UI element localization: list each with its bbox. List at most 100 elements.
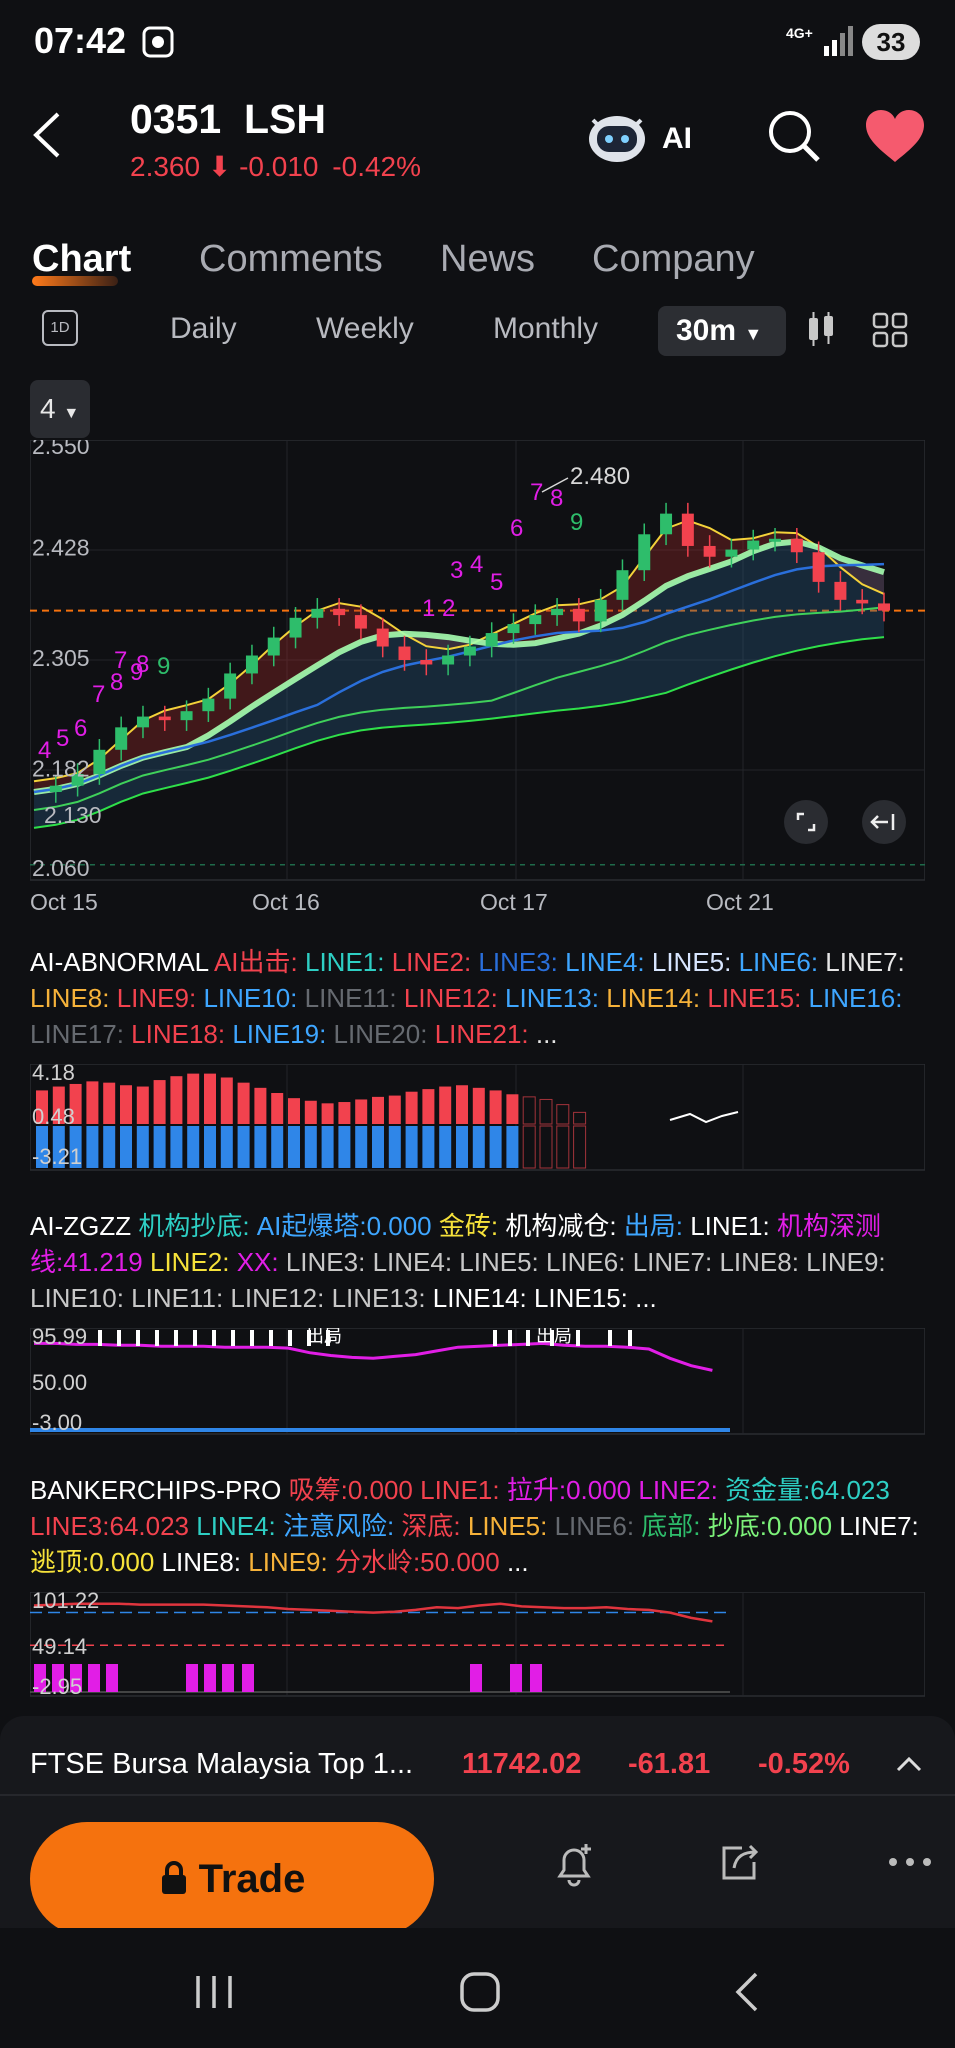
- legend-item: LINE5:: [467, 1511, 555, 1541]
- period-selected-label: 30m: [676, 314, 737, 347]
- candle-body: [354, 615, 367, 629]
- ai-zgzz-chart[interactable]: 出局 出局 95.99 50.00 -3.00: [30, 1328, 925, 1438]
- chevron-up-icon[interactable]: [896, 1754, 922, 1774]
- bar-negative: [153, 1126, 166, 1168]
- recent-apps-icon[interactable]: [192, 1972, 236, 2012]
- candle-body: [115, 727, 128, 750]
- tab-company[interactable]: Company: [592, 238, 755, 281]
- legend-item: LINE15:: [707, 983, 809, 1013]
- back-icon[interactable]: [30, 110, 64, 160]
- legend-item: LINE19:: [232, 1019, 334, 1049]
- legend-item: LINE9:: [806, 1247, 886, 1277]
- share-icon[interactable]: [718, 1840, 762, 1884]
- bar-positive: [522, 1096, 536, 1125]
- candle-body: [333, 608, 346, 616]
- legend-item: LINE7:: [825, 947, 905, 977]
- bar-positive: [288, 1098, 300, 1124]
- candle-body: [834, 581, 847, 600]
- bar-positive: [372, 1096, 384, 1124]
- legend-item: AI出击:: [213, 947, 305, 977]
- ai-abnormal-chart[interactable]: 4.18 0.48 -3.21: [30, 1064, 925, 1174]
- bar-negative: [338, 1126, 351, 1168]
- ai-zgzz-legend: AI-ZGZZ 机构抄底: AI起爆塔:0.000 金砖: 机构减仓: 出局: …: [30, 1208, 920, 1316]
- favorite-heart-icon[interactable]: [864, 108, 926, 164]
- legend-item: LINE7:: [632, 1247, 720, 1277]
- count-label: 9: [570, 509, 583, 536]
- more-options-icon[interactable]: [888, 1856, 932, 1868]
- period-weekly[interactable]: Weekly: [316, 312, 414, 346]
- trade-button[interactable]: Trade: [30, 1822, 434, 1936]
- candle-body: [267, 637, 280, 656]
- status-bar: 07:42 4G+ 33: [0, 0, 955, 84]
- candle-body: [616, 570, 629, 600]
- bar-negative: [271, 1126, 284, 1168]
- legend-item: LINE12:: [403, 983, 506, 1013]
- candle-body: [376, 628, 389, 647]
- y-tick-label: 95.99: [32, 1328, 87, 1349]
- bar-positive: [204, 1073, 216, 1124]
- index-change-pct: -0.52%: [758, 1748, 850, 1780]
- home-icon[interactable]: [458, 1970, 502, 2014]
- legend-item: 资金量:64.023: [725, 1475, 890, 1505]
- indicator-count-chip[interactable]: 4 ▼: [30, 380, 90, 438]
- ai-robot-icon[interactable]: [585, 108, 649, 166]
- legend-item: LINE1:: [304, 947, 392, 977]
- period-daily[interactable]: Daily: [170, 312, 237, 346]
- bar-positive: [321, 1103, 334, 1124]
- legend-item: 出局:: [623, 1211, 691, 1241]
- legend-item: LINE11:: [304, 983, 404, 1013]
- price-alert-bell-icon[interactable]: [552, 1840, 596, 1888]
- bar-positive: [556, 1104, 570, 1125]
- candle-body: [703, 545, 716, 557]
- candlestick-type-icon[interactable]: [806, 310, 836, 348]
- y-tick-label: -3.21: [32, 1144, 82, 1169]
- scroll-to-latest-button[interactable]: [862, 800, 906, 844]
- y-tick-label: 49.14: [32, 1634, 87, 1659]
- tab-chart[interactable]: Chart: [32, 238, 131, 281]
- legend-item: LINE11:: [131, 1283, 231, 1313]
- candle-body: [681, 513, 694, 546]
- layout-grid-icon[interactable]: [872, 312, 908, 348]
- bar-positive: [573, 1111, 587, 1125]
- legend-item: LINE17:: [30, 1019, 132, 1049]
- candlestick-chart[interactable]: 2.5502.4282.3052.1822.1302.060Oct 15 Oct …: [30, 440, 925, 920]
- period-1d-button[interactable]: 1D: [42, 310, 78, 346]
- pull-up-bar: [186, 1664, 198, 1692]
- down-arrow-icon: ⬇: [207, 151, 232, 182]
- bar-positive: [388, 1095, 401, 1124]
- y-tick-label: 2.130: [44, 802, 102, 828]
- system-back-icon[interactable]: [732, 1970, 762, 2014]
- legend-item: 拉升:0.000: [506, 1475, 639, 1505]
- period-30m-dropdown[interactable]: 30m ▼: [658, 306, 786, 356]
- y-tick-label: 50.00: [32, 1370, 87, 1395]
- count-label: 5: [56, 725, 69, 752]
- search-icon[interactable]: [766, 108, 822, 164]
- bar-positive: [271, 1092, 284, 1124]
- legend-item: 深底:: [401, 1511, 468, 1541]
- legend-item: LINE3:: [285, 1247, 373, 1277]
- bar-positive: [136, 1086, 149, 1124]
- lock-icon: [161, 1861, 186, 1894]
- legend-item: LINE1:: [690, 1211, 777, 1241]
- tab-comments[interactable]: Comments: [199, 238, 383, 281]
- fullscreen-button[interactable]: [784, 800, 828, 844]
- period-monthly[interactable]: Monthly: [493, 312, 598, 346]
- legend-item: LINE10:: [203, 983, 305, 1013]
- candle-body: [725, 549, 738, 557]
- tab-news[interactable]: News: [440, 238, 535, 281]
- legend-item: LINE8:: [161, 1547, 249, 1577]
- candle-body: [594, 599, 607, 622]
- bar-positive: [472, 1087, 485, 1124]
- legend-item: LINE6:: [546, 1247, 633, 1277]
- bankerchips-chart[interactable]: 101.22 49.14 -2.95: [30, 1592, 925, 1698]
- bar-negative: [86, 1126, 99, 1168]
- bar-negative: [254, 1126, 267, 1168]
- exit-mark-label: 出局: [306, 1328, 342, 1346]
- legend-item: LINE16:: [808, 983, 903, 1013]
- ai-button-label[interactable]: AI: [662, 122, 692, 156]
- panel-border: [30, 1328, 925, 1435]
- candle-body: [638, 534, 651, 571]
- legend-item: 吸筹:0.000: [288, 1475, 421, 1505]
- legend-item: LINE20:: [333, 1019, 435, 1049]
- legend-item: LINE13:: [331, 1283, 433, 1313]
